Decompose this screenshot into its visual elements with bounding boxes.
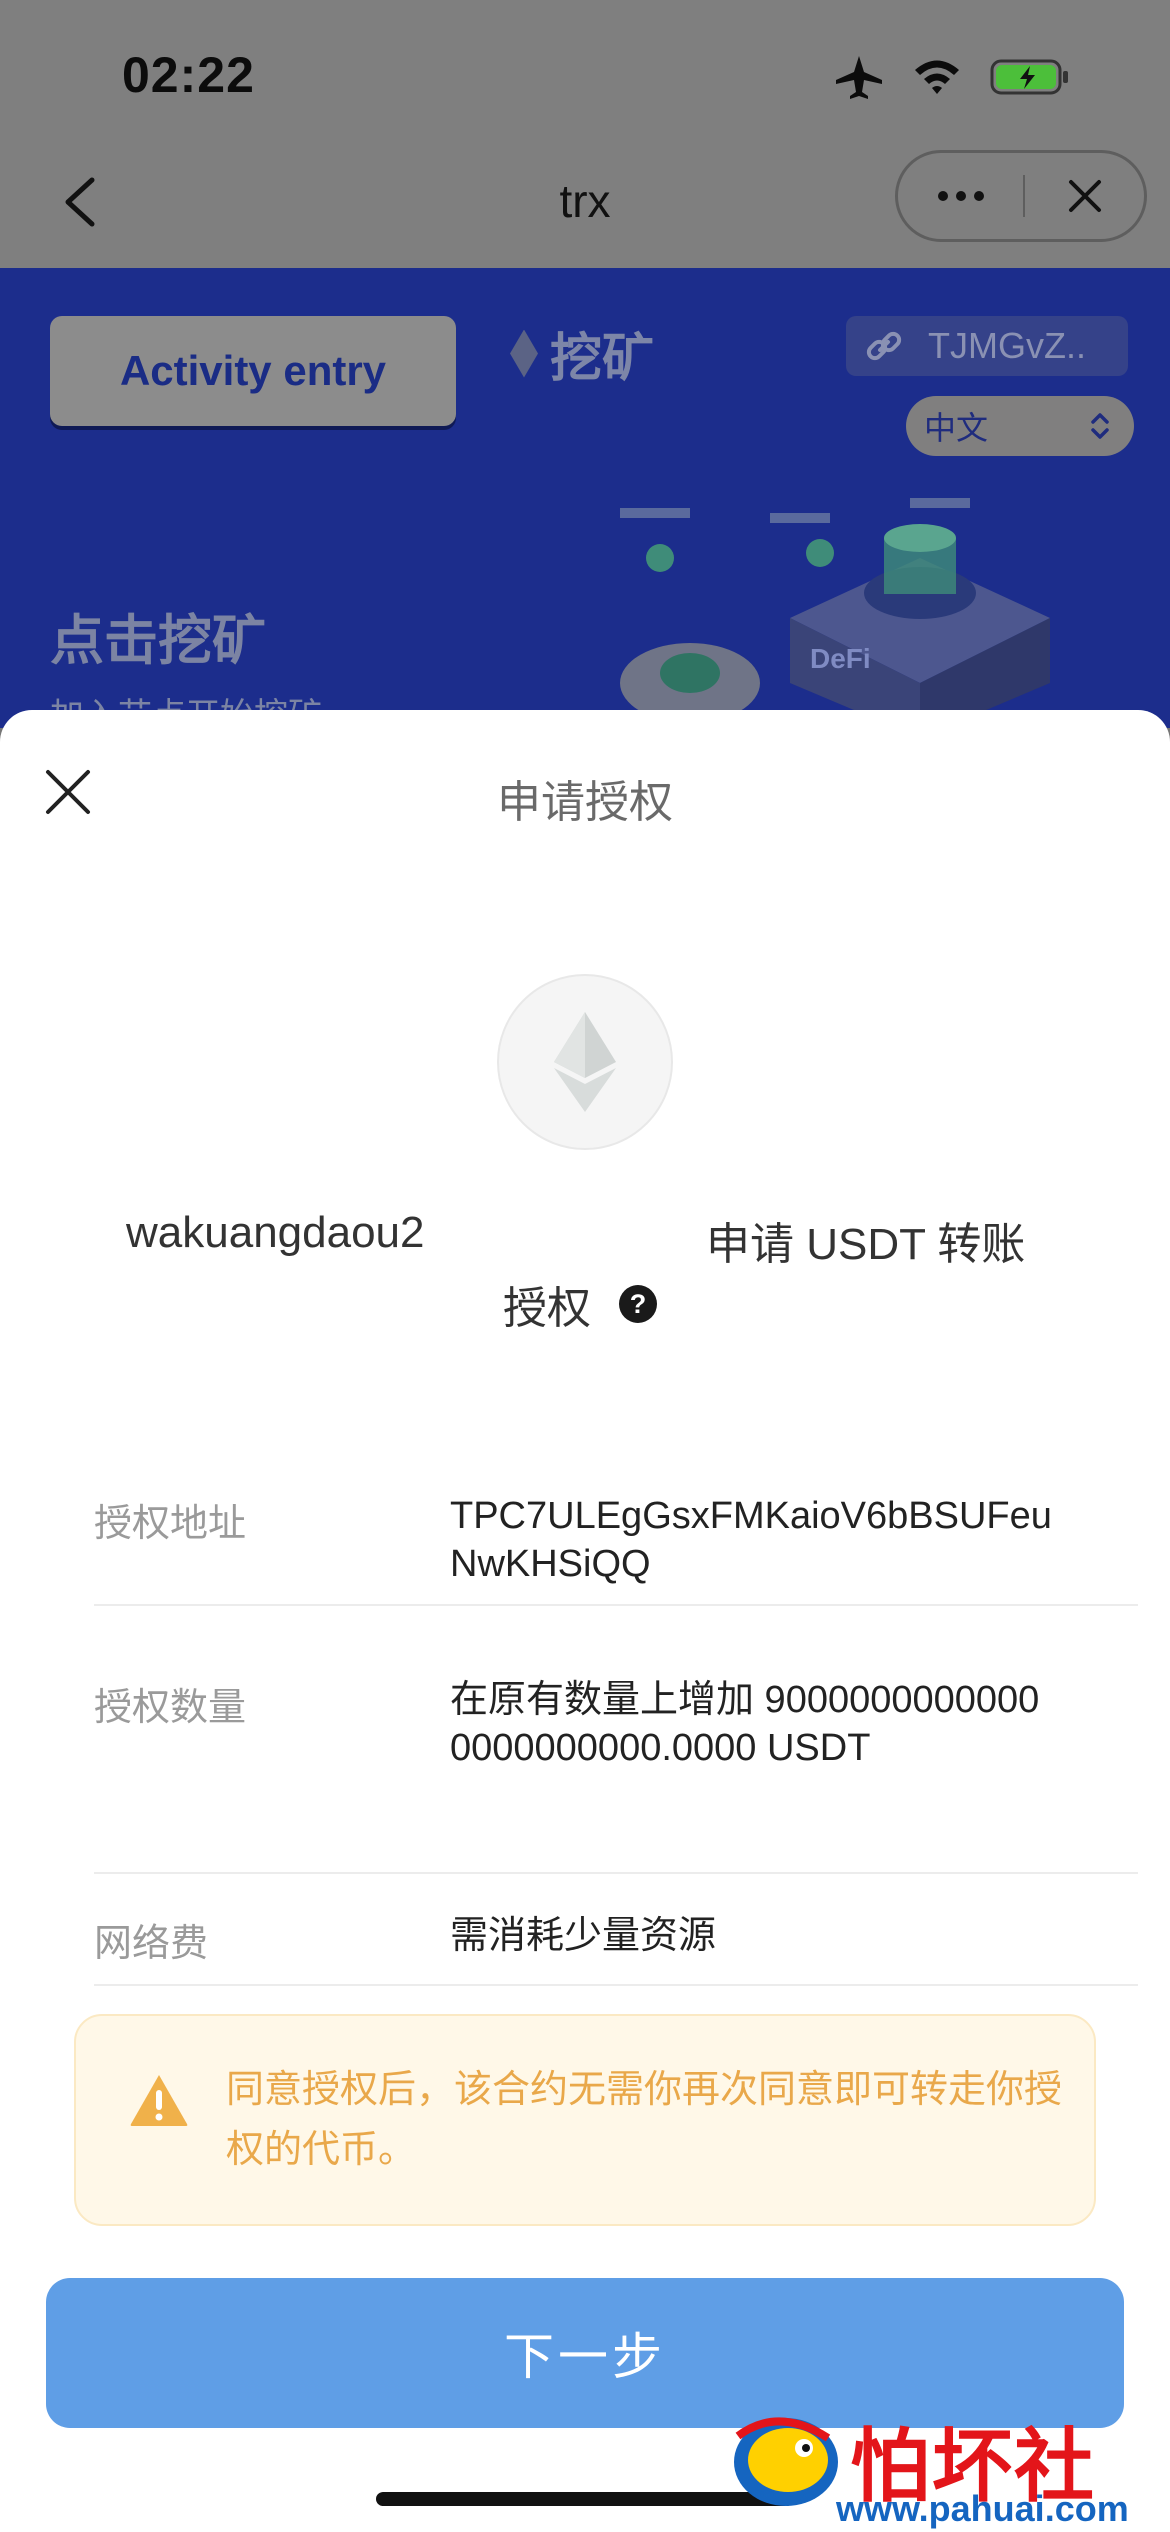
more-icon — [937, 191, 948, 201]
status-bar: 02:22 — [0, 0, 1170, 140]
row-value: 需消耗少量资源 — [450, 1915, 717, 1957]
nav-bar: trx — [0, 140, 1170, 268]
language-select[interactable]: 中文 — [906, 396, 1134, 456]
close-app-button[interactable] — [1025, 153, 1144, 239]
info-row-network-fee: 网络费 需消耗少量资源 — [94, 1882, 1138, 1986]
sheet-title: 申请授权 — [497, 778, 673, 827]
defi-illustration: DeFi — [620, 498, 1050, 728]
token-logo — [497, 974, 673, 1150]
help-icon[interactable]: ? — [619, 1285, 657, 1323]
chevron-updown-icon — [1091, 413, 1109, 439]
ethereum-logo-icon — [554, 1012, 616, 1112]
mining-banner: Activity entry 挖矿 TJMGvZ.. 中文 点击挖矿 加入节点开… — [0, 268, 1170, 728]
row-value: TPC7ULEgGsxFMKaioV6bBSUFeuNwKHSiQQ — [450, 1495, 1052, 1585]
battery-icon — [990, 59, 1068, 95]
authorization-sheet: 申请授权 wakuangdaou2 申请 USDT 转账 授权 ? 授权地址 T… — [0, 710, 1170, 2532]
ethereum-icon — [510, 329, 538, 378]
mini-program-capsule — [895, 150, 1147, 242]
wifi-icon — [915, 60, 959, 94]
wallet-address-chip[interactable]: TJMGvZ.. — [846, 316, 1128, 376]
info-row-address: 授权地址 TPC7ULEgGsxFMKaioV6bBSUFeuNwKHSiQQ — [94, 1492, 1138, 1606]
warning-text: 同意授权后，该合约无需你再次同意即可转走你授权的代币。 — [226, 2069, 1063, 2171]
status-time: 02:22 — [122, 47, 255, 103]
fish-logo-icon — [734, 2417, 838, 2506]
row-label: 授权数量 — [94, 1687, 247, 1729]
airplane-icon — [836, 56, 882, 99]
svg-text:DeFi: DeFi — [810, 643, 871, 674]
info-row-amount: 授权数量 在原有数量上增加 90000000000000000000000.00… — [94, 1664, 1138, 1874]
row-value: 在原有数量上增加 90000000000000000000000.0000 US… — [450, 1679, 1040, 1769]
mining-title: 挖矿 — [510, 316, 654, 391]
activity-entry-button[interactable]: Activity entry — [50, 316, 456, 426]
site-watermark: 怕坏社区 www.pahuai.com — [718, 2396, 1170, 2532]
link-icon — [866, 331, 902, 361]
watermark-url: www.pahuai.com — [836, 2488, 1129, 2529]
warning-notice: 同意授权后，该合约无需你再次同意即可转走你授权的代币。 — [74, 2014, 1096, 2226]
row-label: 网络费 — [94, 1923, 209, 1965]
close-icon — [1068, 180, 1101, 212]
warning-icon — [130, 2075, 188, 2126]
banner-headline: 点击挖矿 — [50, 611, 266, 671]
request-tail: 授权 — [503, 1284, 591, 1333]
requesting-app-name: wakuangdaou2 — [126, 1208, 425, 1257]
request-text: 申请 USDT 转账 — [706, 1220, 1026, 1269]
row-label: 授权地址 — [94, 1503, 247, 1545]
more-button[interactable] — [898, 153, 1023, 239]
